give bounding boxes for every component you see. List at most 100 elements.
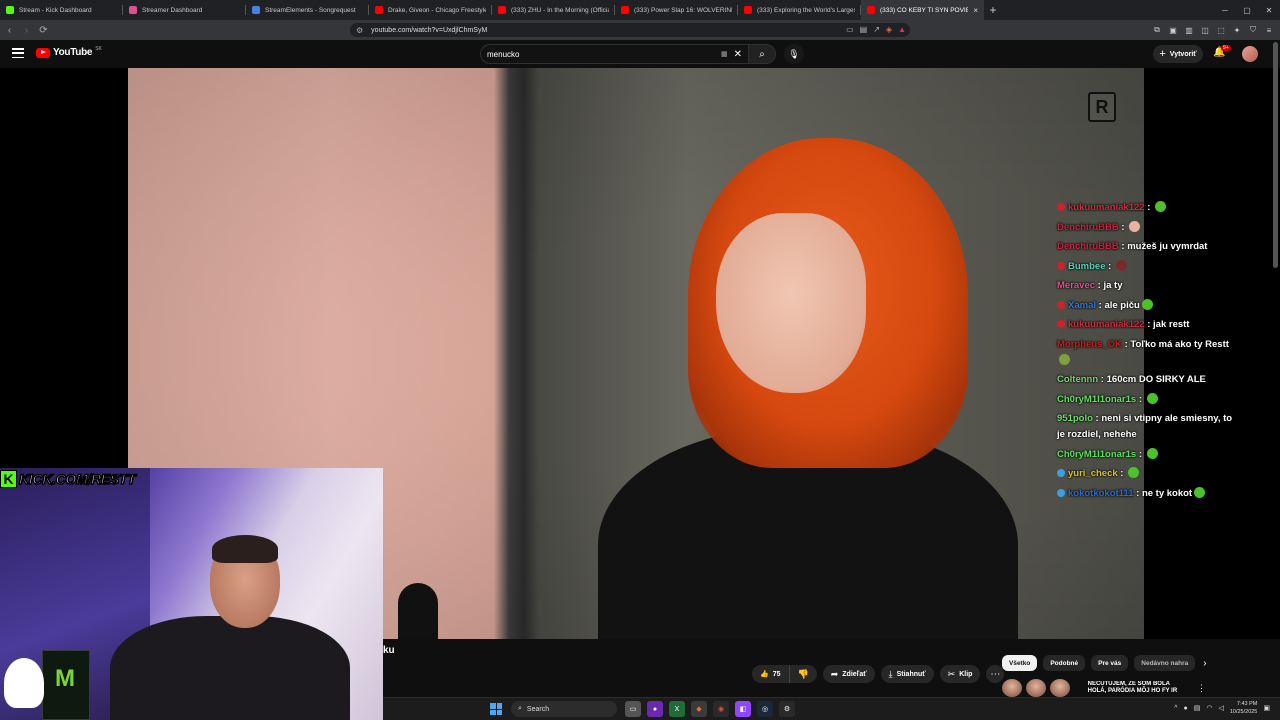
tab-title: StreamElements - Songrequest — [265, 6, 356, 14]
close-window-icon[interactable]: ✕ — [1258, 0, 1280, 20]
like-dislike-group: 👍 75 👎 — [752, 665, 817, 683]
browser-tab[interactable]: StreamElements - Songrequest — [246, 0, 369, 20]
split-view-icon[interactable]: ◫ — [1200, 23, 1210, 37]
youtube-logo[interactable]: YouTube SK — [36, 45, 102, 58]
taskbar-apps: ▭ ● X ◆ ◉ ◧ ◎ ⚙ — [625, 701, 795, 717]
filter-chip[interactable]: Podobné — [1043, 655, 1086, 671]
browser-tab[interactable]: (333) Power Slap 16: WOLVERINE vs — [615, 0, 738, 20]
taskbar-search[interactable]: ⌕ Search — [511, 701, 617, 717]
youtube-header: YouTube SK menucko ▦ ✕ ⌕ 🎙 + Vytvoriť 🔔 … — [0, 40, 1280, 68]
like-count: 75 — [772, 670, 781, 678]
thumbs-down-icon: 👎 — [797, 668, 809, 679]
chat-separator: : — [1098, 374, 1107, 385]
chrome-icon[interactable]: ◉ — [713, 701, 729, 717]
volume-icon[interactable]: ◁ — [1218, 704, 1223, 712]
extension-icon[interactable]: ⧉ — [1152, 23, 1162, 37]
browser-tab[interactable]: (333) ZHU - In the Morning (Official — [492, 0, 615, 20]
browser-tab[interactable]: (333) ČO KEBY TI SYN POVIE × — [861, 0, 984, 20]
windows-start-icon[interactable] — [490, 703, 502, 715]
clear-search-icon[interactable]: ✕ — [734, 49, 742, 60]
menu-icon[interactable]: ≡ — [1264, 23, 1274, 37]
clip-button[interactable]: ✂ Klip — [939, 665, 981, 683]
brave-rewards-icon[interactable]: ▲ — [898, 25, 906, 34]
streamer-hair — [212, 535, 278, 563]
rec-menu-icon[interactable]: ⋮ — [1197, 683, 1206, 694]
chat-username: kukuumaniak122 — [1068, 319, 1145, 330]
recommended-video[interactable]: NECUTUJEM, ŽE SOM BOLA HOLÁ, PARÓDIA MÔJ… — [1002, 679, 1206, 697]
file-explorer-icon[interactable]: ▭ — [625, 701, 641, 717]
vpn-icon[interactable]: ⛉ — [1248, 23, 1258, 37]
download-button[interactable]: ⤓ Stiahnuť — [880, 665, 934, 683]
search-input[interactable]: menucko ▦ ✕ — [480, 44, 748, 64]
energy-drink-can: M — [42, 650, 90, 720]
chat-message: yuri_check : — [1057, 466, 1233, 482]
translate-icon[interactable]: ▤ — [860, 25, 868, 34]
wallet-icon[interactable]: ▣ — [1168, 23, 1178, 37]
microphone-prop — [398, 583, 438, 639]
search-button[interactable]: ⌕ — [748, 44, 776, 64]
kick-app-icon[interactable]: ● — [647, 701, 663, 717]
chat-emote-icon — [1146, 447, 1158, 459]
notification-count-badge: 9+ — [1221, 45, 1231, 51]
filter-chip[interactable]: Nedávno nahra — [1134, 655, 1196, 671]
voice-search-button[interactable]: 🎙 — [784, 44, 804, 64]
filter-chip[interactable]: Všetko — [1002, 655, 1038, 671]
back-icon[interactable]: ‹ — [2, 20, 17, 40]
taskbar-search-label: Search — [526, 705, 550, 713]
guide-menu-icon[interactable] — [12, 48, 24, 58]
chat-text: ja ty — [1103, 280, 1123, 291]
chat-message: 951polo : neni si vtipny ale smiesny, to… — [1057, 411, 1233, 443]
twitch-icon[interactable]: ◧ — [735, 701, 751, 717]
scissors-icon: ✂ — [947, 668, 956, 679]
create-button[interactable]: + Vytvoriť — [1153, 45, 1203, 63]
share-icon[interactable]: ↗ — [873, 25, 880, 34]
sidebar-icon[interactable]: ▥ — [1184, 23, 1194, 37]
page-scrollbar[interactable] — [1273, 42, 1278, 268]
wifi-icon[interactable]: ◠ — [1206, 704, 1212, 712]
search-icon: ⌕ — [759, 48, 765, 60]
browser-tab[interactable]: (333) Exploring the World's Largest — [738, 0, 861, 20]
tab-favicon-icon — [6, 6, 14, 14]
brave-icon[interactable]: ◆ — [691, 701, 707, 717]
excel-icon[interactable]: X — [669, 701, 685, 717]
forward-icon[interactable]: › — [19, 20, 34, 40]
share-button[interactable]: ➦ Zdieľať — [822, 665, 875, 683]
url-field[interactable]: ⚙ youtube.com/watch?v=UxdjlChmSyM ▭ ▤ ↗ … — [350, 23, 910, 37]
more-dots-icon: ⋯ — [990, 668, 1001, 680]
site-info-icon[interactable]: ⚙ — [356, 26, 363, 35]
browser-tab[interactable]: Stream - Kick Dashboard — [0, 0, 123, 20]
chat-separator: : — [1133, 487, 1142, 499]
chips-next-chevron-icon[interactable]: › — [1203, 658, 1206, 669]
webcam-overlay: M — [0, 468, 383, 720]
brave-shield-icon[interactable]: ◈ — [886, 25, 892, 34]
dislike-button[interactable]: 👎 — [790, 665, 817, 683]
chat-username: Bumbee — [1068, 260, 1106, 272]
system-tray: ^ ● ▤ ◠ ◁ 7:43 PM 10/25/2025 ▣ — [1174, 700, 1270, 716]
leo-ai-icon[interactable]: ✦ — [1232, 23, 1242, 37]
address-bar: ‹ › ⟳ ▯ ⚙ youtube.com/watch?v=UxdjlChmSy… — [0, 20, 1280, 40]
taskbar-clock[interactable]: 7:43 PM 10/25/2025 — [1230, 700, 1258, 716]
tray-app-icon[interactable]: ● — [1183, 705, 1187, 712]
filter-chip[interactable]: Pre vás — [1091, 655, 1129, 671]
network-icon[interactable]: ▤ — [1194, 704, 1201, 712]
maximize-icon[interactable]: ▢ — [1236, 0, 1258, 20]
keyboard-icon[interactable]: ▦ — [721, 50, 728, 58]
create-label: Vytvoriť — [1169, 50, 1197, 58]
like-button[interactable]: 👍 75 — [752, 665, 790, 683]
browser-tab[interactable]: Drake, Giveon - Chicago Freestyle (A — [369, 0, 492, 20]
settings-icon[interactable]: ⚙ — [779, 701, 795, 717]
tray-chevron-icon[interactable]: ^ — [1174, 705, 1177, 712]
account-avatar[interactable] — [1242, 46, 1258, 62]
notification-center-icon[interactable]: ▣ — [1263, 704, 1270, 712]
cast-icon[interactable]: ▭ — [846, 25, 854, 34]
reload-icon[interactable]: ⟳ — [36, 20, 51, 40]
country-code: SK — [95, 45, 102, 52]
browser-tab[interactable]: Streamer Dashboard — [123, 0, 246, 20]
steam-icon[interactable]: ◎ — [757, 701, 773, 717]
tab-search-icon[interactable]: ⬚ — [1216, 23, 1226, 37]
minimize-icon[interactable]: ─ — [1214, 0, 1236, 20]
new-tab-button[interactable]: + — [984, 0, 1002, 20]
stream-chat-overlay: kukuumaniak122 : DenchiruBBB : DenchiruB… — [1057, 200, 1233, 505]
close-tab-icon[interactable]: × — [973, 6, 978, 15]
chat-separator: : — [1117, 468, 1127, 479]
